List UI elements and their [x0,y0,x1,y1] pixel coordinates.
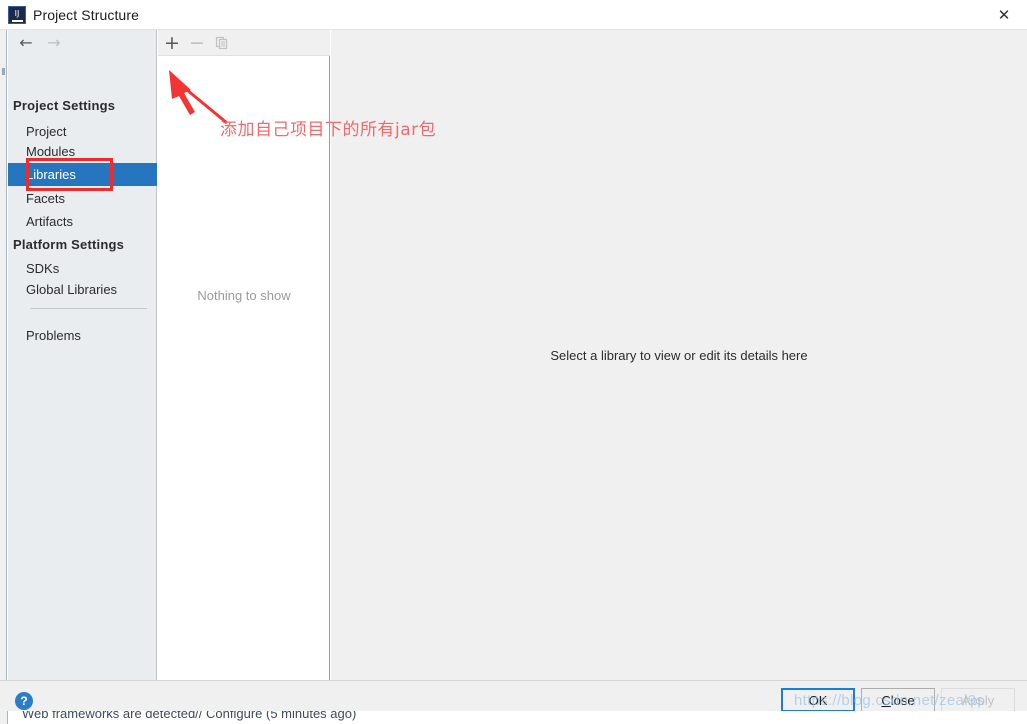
intellij-idea-icon: IJ [8,6,26,24]
project-structure-dialog: IJ Project Structure ✕ ← → Project Setti… [0,0,1027,724]
sidebar-item-libraries[interactable]: Libraries [8,163,157,186]
close-button-mnemonic: C [881,692,891,708]
edge-marker [2,68,5,75]
copy-icon[interactable] [211,32,233,54]
sidebar-group-project-settings: Project Settings [13,98,116,113]
sidebar-item-facets[interactable]: Facets [8,187,157,210]
background-status-text: Web frameworks are detected// Configure … [22,711,357,721]
close-button-rest: lose [890,692,915,708]
apply-button: Apply [941,688,1015,712]
library-list-empty-text: Nothing to show [197,288,291,303]
library-toolbar: + − [158,30,330,56]
sidebar-divider [30,308,147,309]
help-icon[interactable]: ? [15,692,33,710]
back-arrow-icon[interactable]: ← [16,34,36,52]
sidebar-nav-bar: ← → [8,30,157,56]
app-icon-letters: IJ [14,8,20,18]
dialog-body: ← → Project Settings Project Modules Lib… [0,30,1027,680]
background-status-line: Web frameworks are detected// Configure … [0,711,1027,724]
app-icon-underline [11,19,23,22]
library-detail-panel: Select a library to view or edit its det… [331,30,1027,680]
ok-button[interactable]: OK [781,688,855,712]
sidebar-item-global-libraries[interactable]: Global Libraries [8,278,157,301]
detail-placeholder-text: Select a library to view or edit its det… [550,348,808,363]
close-icon[interactable]: ✕ [981,0,1027,30]
settings-sidebar: ← → Project Settings Project Modules Lib… [8,30,157,680]
sidebar-item-artifacts[interactable]: Artifacts [8,210,157,233]
sidebar-item-problems[interactable]: Problems [8,324,157,347]
window-title: Project Structure [33,7,139,23]
title-bar: IJ Project Structure ✕ [0,0,1027,30]
close-button[interactable]: Close [861,688,935,712]
library-list-panel: + − Nothing to show [158,30,330,680]
sidebar-group-platform-settings: Platform Settings [13,237,125,252]
sidebar-item-modules[interactable]: Modules [8,140,157,163]
sidebar-item-sdks[interactable]: SDKs [8,257,157,280]
window-left-edge [0,30,7,680]
background-left-edge [0,711,8,724]
forward-arrow-icon[interactable]: → [44,34,64,52]
add-library-button[interactable]: + [161,32,183,54]
remove-library-button[interactable]: − [186,32,208,54]
